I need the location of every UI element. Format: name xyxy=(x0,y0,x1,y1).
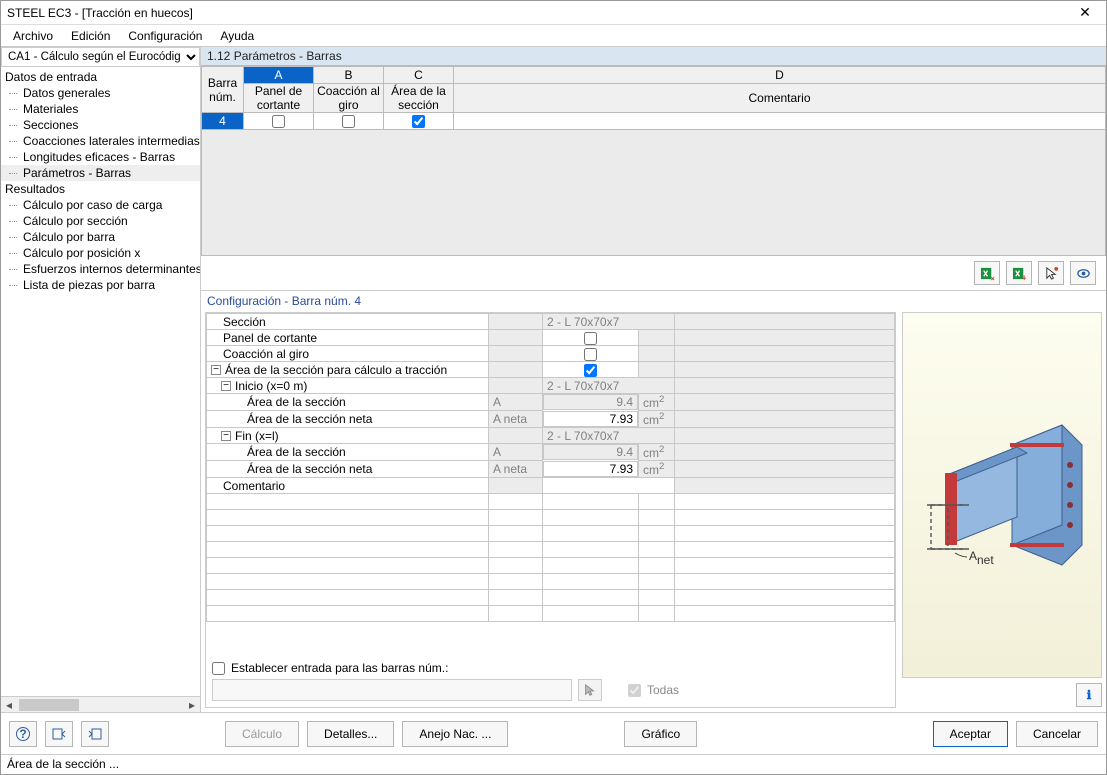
menu-ayuda[interactable]: Ayuda xyxy=(212,27,262,45)
col-c2[interactable]: Área de la sección xyxy=(384,84,454,113)
col-a[interactable]: A xyxy=(244,67,314,84)
svg-text:net: net xyxy=(977,553,994,567)
section-graphic: A net xyxy=(902,312,1102,678)
tree-posx[interactable]: Cálculo por posición x xyxy=(1,245,200,261)
tree-esf[interactable]: Esfuerzos internos determinantes p xyxy=(1,261,200,277)
tree-hscroll[interactable]: ◂▸ xyxy=(1,696,200,712)
export-excel-icon[interactable] xyxy=(974,261,1000,285)
tree-coac[interactable]: Coacciones laterales intermedias xyxy=(1,133,200,149)
anejo-button[interactable]: Anejo Nac. ... xyxy=(402,721,508,747)
d-coac: Coacción al giro xyxy=(207,346,489,362)
tree-datos[interactable]: Datos de entrada xyxy=(1,69,200,85)
status-bar: Área de la sección ... xyxy=(1,754,1106,774)
pick-icon[interactable] xyxy=(1038,261,1064,285)
tree-seccion[interactable]: Cálculo por sección xyxy=(1,213,200,229)
prev-button[interactable] xyxy=(45,721,73,747)
tree-materiales[interactable]: Materiales xyxy=(1,101,200,117)
menu-config[interactable]: Configuración xyxy=(120,27,210,45)
help-button[interactable]: ? xyxy=(9,721,37,747)
tree-caso[interactable]: Cálculo por caso de carga xyxy=(1,197,200,213)
tree-secciones[interactable]: Secciones xyxy=(1,117,200,133)
d-seccion: Sección xyxy=(207,314,489,330)
menu-edicion[interactable]: Edición xyxy=(63,27,118,45)
tree-barra[interactable]: Cálculo por barra xyxy=(1,229,200,245)
tree-generales[interactable]: Datos generales xyxy=(1,85,200,101)
todas-label: Todas xyxy=(647,683,679,697)
table-row: 4 xyxy=(202,113,1106,130)
d-area[interactable]: −Área de la sección para cálculo a tracc… xyxy=(207,362,489,378)
tree-param[interactable]: Parámetros - Barras xyxy=(1,165,200,181)
svg-text:?: ? xyxy=(19,727,26,741)
d-coac-check[interactable] xyxy=(584,348,597,361)
tree-res[interactable]: Resultados xyxy=(1,181,200,197)
col-b[interactable]: B xyxy=(314,67,384,84)
section-title: 1.12 Parámetros - Barras xyxy=(201,47,1106,66)
row-c[interactable] xyxy=(384,113,454,130)
col-a2[interactable]: Panel de cortante xyxy=(244,84,314,113)
nav-tree: Datos de entrada Datos generales Materia… xyxy=(1,67,200,696)
row-b[interactable] xyxy=(314,113,384,130)
details-title: Configuración - Barra núm. 4 xyxy=(201,291,1106,312)
view-icon[interactable] xyxy=(1070,261,1096,285)
pick-bars-icon[interactable] xyxy=(578,679,602,701)
import-excel-icon[interactable] xyxy=(1006,261,1032,285)
d-panel-check[interactable] xyxy=(584,332,597,345)
d-fin[interactable]: −Fin (x=l) xyxy=(207,428,489,444)
col-c[interactable]: C xyxy=(384,67,454,84)
next-button[interactable] xyxy=(81,721,109,747)
barras-input[interactable] xyxy=(212,679,572,701)
row-d[interactable] xyxy=(454,113,1106,130)
svg-text:A: A xyxy=(969,549,977,563)
todas-check[interactable] xyxy=(628,684,641,697)
d-panel: Panel de cortante xyxy=(207,330,489,346)
info-button[interactable]: ℹ xyxy=(1076,683,1102,707)
row-a[interactable] xyxy=(244,113,314,130)
tree-long[interactable]: Longitudes eficaces - Barras xyxy=(1,149,200,165)
grafico-button[interactable]: Gráfico xyxy=(624,721,697,747)
establecer-label: Establecer entrada para las barras núm.: xyxy=(231,661,448,675)
close-icon[interactable]: ✕ xyxy=(1070,4,1100,21)
row-num[interactable]: 4 xyxy=(202,113,244,130)
menu-archivo[interactable]: Archivo xyxy=(5,27,61,45)
aceptar-button[interactable]: Aceptar xyxy=(933,721,1008,747)
d-area-check[interactable] xyxy=(584,364,597,377)
menubar: Archivo Edición Configuración Ayuda xyxy=(1,25,1106,47)
calc-select[interactable]: CA1 - Cálculo según el Eurocódigo 3 xyxy=(1,47,200,67)
panel-cortante-check[interactable] xyxy=(272,115,285,128)
details-grid[interactable]: Sección 2 - L 70x70x7 Panel de cortante C… xyxy=(206,313,895,622)
coaccion-giro-check[interactable] xyxy=(342,115,355,128)
col-d[interactable]: D xyxy=(454,67,1106,84)
d-inicio[interactable]: −Inicio (x=0 m) xyxy=(207,378,489,394)
establecer-check[interactable] xyxy=(212,662,225,675)
d-seccion-val: 2 - L 70x70x7 xyxy=(543,314,675,330)
col-num[interactable]: Barra núm. xyxy=(202,67,244,113)
detalles-button[interactable]: Detalles... xyxy=(307,721,394,747)
calculo-button[interactable]: Cálculo xyxy=(225,721,299,747)
col-d2[interactable]: Comentario xyxy=(454,84,1106,113)
tree-lista[interactable]: Lista de piezas por barra xyxy=(1,277,200,293)
window-title: STEEL EC3 - [Tracción en huecos] xyxy=(7,6,1070,20)
cancelar-button[interactable]: Cancelar xyxy=(1016,721,1098,747)
col-b2[interactable]: Coacción al giro xyxy=(314,84,384,113)
area-seccion-check[interactable] xyxy=(412,115,425,128)
params-grid[interactable]: Barra núm. A B C D Panel de cortante Coa… xyxy=(201,66,1106,130)
